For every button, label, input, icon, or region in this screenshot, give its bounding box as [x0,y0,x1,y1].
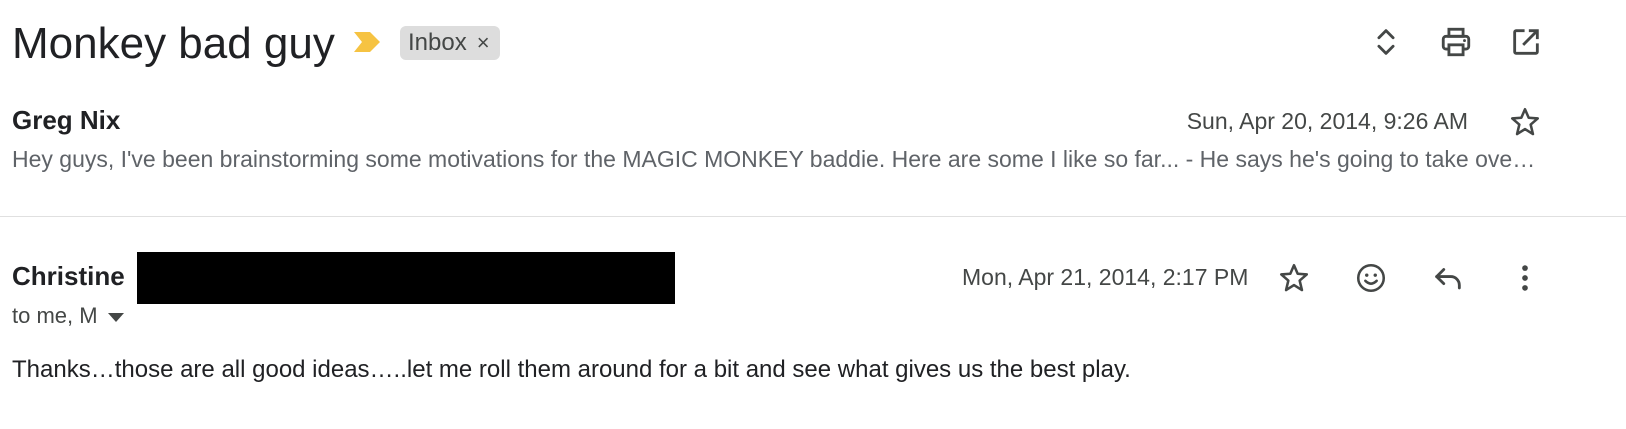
reply-icon [1435,268,1461,290]
emoji-icon [1356,263,1386,293]
email-subject: Monkey bad guy [12,19,335,68]
open-in-new-window-button[interactable] [1506,22,1546,62]
message-body: Thanks…those are all good ideas…..let me… [12,356,1131,383]
importance-marker-icon[interactable] [352,30,382,54]
caret-down-icon [107,312,124,322]
star-icon [1510,107,1540,136]
more-options-button[interactable] [1505,258,1545,298]
message-snippet[interactable]: Hey guys, I've been brainstorming some m… [12,144,1542,174]
inbox-label-chip[interactable]: Inbox × [400,26,500,60]
message-sender[interactable]: Christine [12,260,125,292]
remove-label-icon[interactable]: × [477,30,490,56]
message-sender[interactable]: Greg Nix [12,104,120,136]
open-in-new-window-icon [1513,29,1539,55]
more-vert-icon [1522,265,1528,291]
star-button[interactable] [1274,258,1314,298]
reply-button[interactable] [1428,258,1468,298]
recipients-toggle[interactable]: to me, M [12,302,124,330]
add-reaction-button[interactable] [1351,258,1391,298]
star-icon [1279,263,1309,292]
print-icon [1441,27,1471,57]
message-date: Sun, Apr 20, 2014, 9:26 AM [1186,108,1468,134]
star-button[interactable] [1505,102,1545,142]
print-button[interactable] [1436,22,1476,62]
redacted-email-address [137,252,675,304]
message-date: Mon, Apr 21, 2014, 2:17 PM [962,264,1249,290]
message-divider [0,216,1626,217]
expand-collapse-icon [1377,29,1395,55]
recipients-text: to me, M [12,303,98,328]
label-chip-text: Inbox [408,29,467,56]
expand-all-button[interactable] [1366,22,1406,62]
